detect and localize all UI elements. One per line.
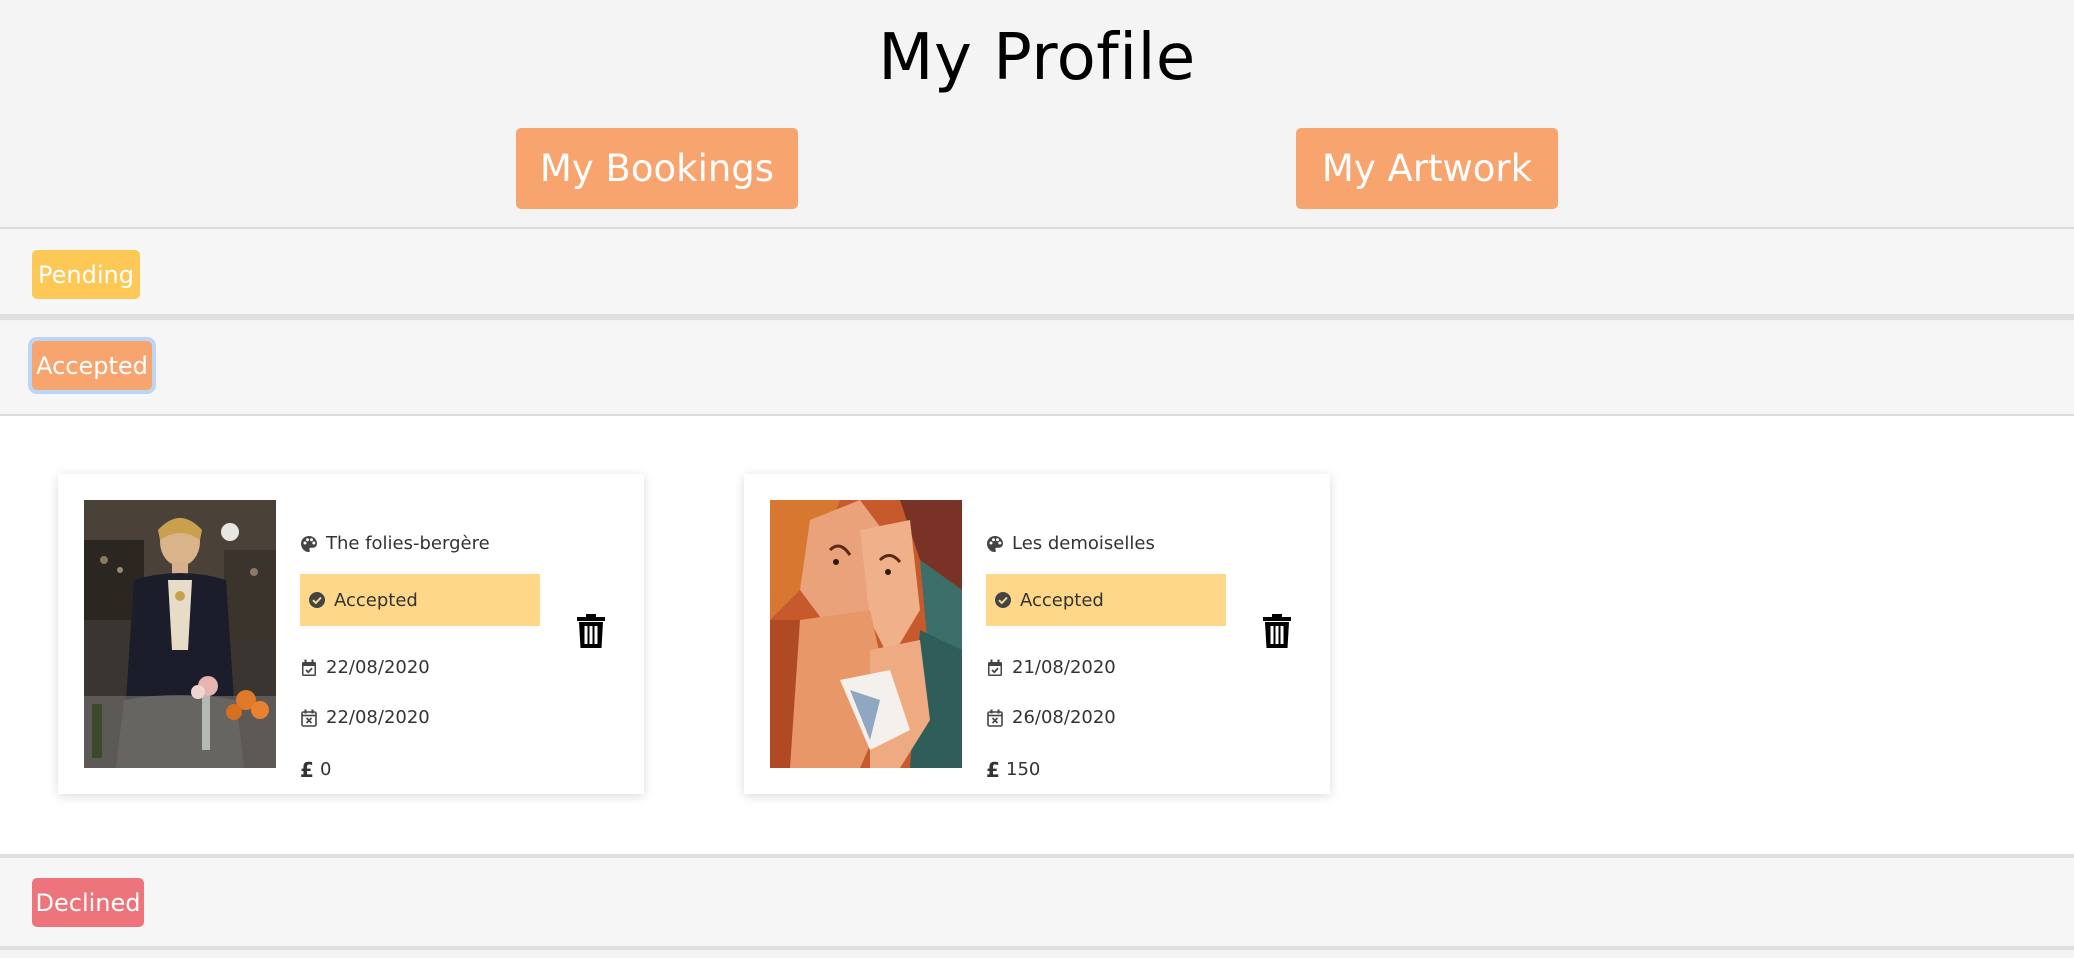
- status-text: Accepted: [334, 589, 418, 611]
- status-badge: Accepted: [300, 574, 540, 626]
- artwork-name: Les demoiselles: [1012, 533, 1155, 554]
- calendar-check-icon: [986, 659, 1004, 677]
- start-date-row: 21/08/2020: [986, 657, 1116, 678]
- profile-header: My Profile My Bookings My Artwork: [0, 0, 2074, 229]
- delete-booking-button[interactable]: [1262, 614, 1292, 648]
- booking-card: Les demoiselles Accepted 21/08/2020 26/0…: [744, 474, 1330, 794]
- booking-card: The folies-bergère Accepted 22/08/2020 2…: [58, 474, 644, 794]
- artwork-name-row: Les demoiselles: [986, 533, 1155, 554]
- declined-toggle-button[interactable]: Declined: [32, 878, 144, 927]
- palette-icon: [986, 535, 1004, 553]
- end-date: 26/08/2020: [1012, 707, 1116, 728]
- end-date-row: 26/08/2020: [986, 707, 1116, 728]
- calendar-times-icon: [300, 709, 318, 727]
- artwork-thumbnail: [84, 500, 276, 768]
- start-date: 21/08/2020: [1012, 657, 1116, 678]
- start-date-row: 22/08/2020: [300, 657, 430, 678]
- pending-toggle-button[interactable]: Pending: [32, 250, 140, 299]
- price-value: 150: [1006, 759, 1041, 780]
- end-date-row: 22/08/2020: [300, 707, 430, 728]
- my-bookings-button[interactable]: My Bookings: [516, 128, 798, 209]
- status-text: Accepted: [1020, 589, 1104, 611]
- delete-booking-button[interactable]: [576, 614, 606, 648]
- accepted-toggle-button[interactable]: Accepted: [32, 341, 152, 390]
- check-circle-icon: [994, 591, 1012, 609]
- palette-icon: [300, 535, 318, 553]
- pending-section: Pending: [0, 229, 2074, 320]
- start-date: 22/08/2020: [326, 657, 430, 678]
- trash-icon: [577, 614, 605, 648]
- my-artwork-button[interactable]: My Artwork: [1296, 128, 1558, 209]
- price-value: 0: [320, 759, 332, 780]
- price-row: £ 150: [986, 757, 1041, 782]
- accepted-bookings-list: The folies-bergère Accepted 22/08/2020 2…: [0, 416, 2074, 854]
- price-row: £ 0: [300, 757, 332, 782]
- trash-icon: [1263, 614, 1291, 648]
- pound-icon: £: [300, 757, 314, 782]
- artwork-name-row: The folies-bergère: [300, 533, 490, 554]
- accepted-section: Accepted: [0, 326, 2074, 416]
- pound-icon: £: [986, 757, 1000, 782]
- artwork-thumbnail: [770, 500, 962, 768]
- page-title: My Profile: [878, 21, 1196, 95]
- calendar-check-icon: [300, 659, 318, 677]
- check-circle-icon: [308, 591, 326, 609]
- status-badge: Accepted: [986, 574, 1226, 626]
- calendar-times-icon: [986, 709, 1004, 727]
- declined-section: Declined: [0, 854, 2074, 950]
- artwork-name: The folies-bergère: [326, 533, 490, 554]
- end-date: 22/08/2020: [326, 707, 430, 728]
